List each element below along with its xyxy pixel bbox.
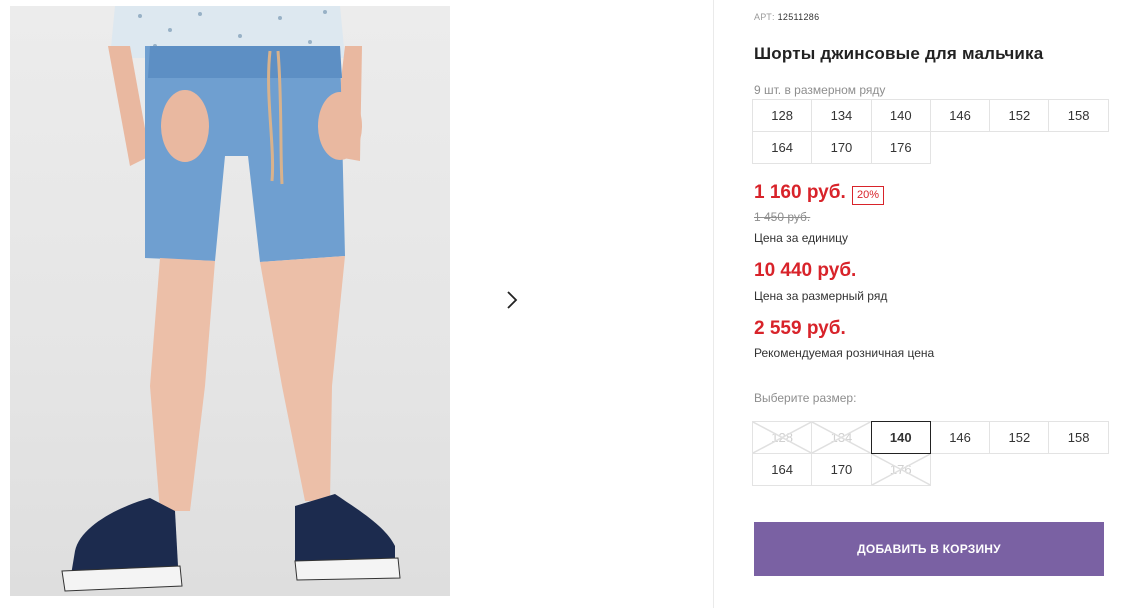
size-range-grid: 128 134 140 146 152 158 164 170 176 [752, 99, 1109, 164]
panel-divider [713, 0, 714, 608]
size-range-cell: 170 [811, 131, 872, 164]
size-option-128: 128 [752, 421, 813, 454]
old-price: 1 450 руб. [754, 210, 811, 224]
unit-price: 1 160 руб. [754, 182, 846, 203]
size-range-cell: 134 [811, 99, 872, 132]
size-option-label: 146 [949, 430, 971, 445]
unavailable-cross-icon [871, 454, 930, 485]
size-option-label: 164 [771, 462, 793, 477]
add-to-cart-button[interactable]: ДОБАВИТЬ В КОРЗИНУ [754, 522, 1104, 576]
size-option-label: 158 [1067, 430, 1090, 445]
size-range-count: 9 шт. в размерном ряду [754, 83, 886, 97]
choose-size-label: Выберите размер: [754, 391, 857, 405]
size-option-140[interactable]: 140 [870, 421, 931, 454]
size-option-170[interactable]: 170 [811, 453, 872, 486]
size-option-label: 152 [1008, 430, 1031, 445]
range-price-label: Цена за размерный ряд [754, 289, 888, 303]
size-option-164[interactable]: 164 [752, 453, 813, 486]
size-range-cell: 158 [1048, 99, 1109, 132]
product-info-panel: АРТ: 12511286 Шорты джинсовые для мальчи… [752, 0, 1114, 608]
size-range-cell: 128 [752, 99, 813, 132]
unavailable-cross-icon [812, 422, 871, 453]
range-price: 10 440 руб. [754, 260, 857, 281]
size-option-152[interactable]: 152 [989, 421, 1050, 454]
size-option-label: 170 [830, 462, 853, 477]
retail-price-label: Рекомендуемая розничная цена [754, 346, 935, 360]
unavailable-cross-icon [753, 422, 812, 453]
chevron-right-icon [504, 289, 520, 314]
unit-price-label: Цена за единицу [754, 231, 849, 245]
product-image-illustration [61, 6, 401, 592]
size-option-176: 176 [870, 453, 931, 486]
discount-badge: 20% [852, 186, 885, 205]
size-range-cell: 152 [989, 99, 1050, 132]
size-option-158[interactable]: 158 [1048, 421, 1109, 454]
size-option-146[interactable]: 146 [929, 421, 991, 454]
product-sku: АРТ: 12511286 [754, 12, 820, 22]
size-range-cell: 164 [752, 131, 813, 164]
size-option-label: 140 [889, 430, 912, 445]
size-range-cell: 176 [870, 131, 931, 164]
size-range-cell: 140 [870, 99, 931, 132]
product-title: Шорты джинсовые для мальчика [754, 44, 1044, 63]
gallery-next-button[interactable] [485, 274, 539, 328]
size-range-cell: 146 [929, 99, 991, 132]
retail-price: 2 559 руб. [754, 318, 846, 339]
product-gallery [0, 0, 714, 608]
size-selector-grid: 128134 140 146 152 158 164 170 176 [752, 421, 1109, 486]
size-option-134: 134 [811, 421, 872, 454]
product-photo [10, 6, 450, 596]
